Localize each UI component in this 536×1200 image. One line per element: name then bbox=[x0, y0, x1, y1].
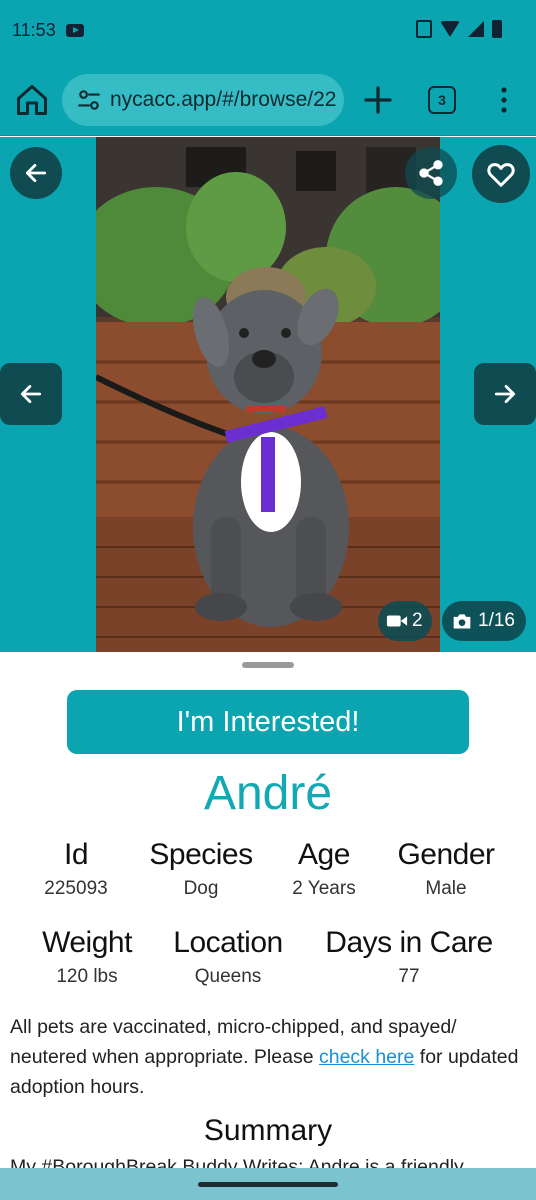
stat-value: Male bbox=[425, 878, 467, 899]
system-icons bbox=[416, 20, 502, 38]
share-icon bbox=[419, 160, 443, 186]
home-button[interactable] bbox=[14, 82, 50, 118]
stat-age: Age 2 Years bbox=[276, 838, 372, 900]
stat-label: Id bbox=[63, 838, 89, 871]
video-camera-icon bbox=[386, 615, 408, 627]
summary-text: My #BoroughBreak Buddy Writes: Andre is … bbox=[10, 1156, 464, 1168]
photo-counter: 1/16 bbox=[478, 610, 515, 631]
browser-menu-button[interactable] bbox=[492, 82, 516, 118]
video-count-badge[interactable]: 2 bbox=[378, 601, 432, 641]
back-button[interactable] bbox=[10, 147, 62, 199]
plus-icon bbox=[364, 86, 392, 114]
sheet-drag-handle[interactable] bbox=[242, 662, 294, 668]
home-gesture-pill[interactable] bbox=[198, 1182, 338, 1187]
pet-name: André bbox=[203, 767, 333, 820]
stat-weight: Weight 120 lbs bbox=[32, 926, 142, 988]
signal-icon bbox=[468, 21, 484, 37]
favorite-button[interactable] bbox=[472, 145, 530, 203]
interested-label: I'm Interested! bbox=[176, 705, 360, 738]
stat-label: Species bbox=[149, 838, 253, 871]
stat-label: Location bbox=[173, 926, 283, 959]
stat-label: Age bbox=[298, 838, 350, 871]
browser-toolbar: nycacc.app/#/browse/22 3 bbox=[0, 64, 536, 136]
stat-value: 77 bbox=[398, 966, 420, 987]
battery-icon bbox=[492, 20, 502, 38]
wifi-icon bbox=[440, 21, 460, 37]
system-nav-bar bbox=[0, 1168, 536, 1200]
stat-value: 2 Years bbox=[292, 878, 356, 899]
vibrate-icon bbox=[416, 20, 432, 38]
tab-count: 3 bbox=[438, 92, 446, 108]
next-photo-button[interactable] bbox=[474, 363, 536, 425]
stat-label: Gender bbox=[397, 838, 495, 871]
stat-id: Id 225093 bbox=[28, 838, 124, 900]
photo-gallery: 2 1/16 bbox=[0, 137, 536, 652]
check-here-link[interactable]: check here bbox=[319, 1046, 414, 1068]
address-bar[interactable]: nycacc.app/#/browse/22 bbox=[62, 74, 344, 126]
summary-heading: Summary bbox=[203, 1114, 333, 1147]
camera-icon bbox=[453, 614, 471, 629]
stat-label: Weight bbox=[42, 926, 132, 959]
site-settings-icon[interactable] bbox=[76, 87, 102, 113]
menu-icon bbox=[501, 87, 507, 113]
back-arrow-icon bbox=[25, 164, 47, 182]
stat-species: Species Dog bbox=[140, 838, 262, 900]
status-bar: 11:53 bbox=[0, 0, 536, 64]
home-icon bbox=[17, 85, 47, 115]
previous-photo-button[interactable] bbox=[0, 363, 62, 425]
stat-value: Dog bbox=[183, 878, 219, 899]
next-arrow-icon bbox=[494, 385, 516, 403]
heart-icon bbox=[487, 163, 515, 187]
stat-days-in-care: Days in Care 77 bbox=[314, 926, 504, 988]
pet-photo[interactable] bbox=[96, 137, 440, 652]
dog-photo-illustration bbox=[96, 137, 440, 652]
stat-value: 120 lbs bbox=[56, 966, 118, 987]
stat-value: Queens bbox=[194, 966, 262, 987]
prev-arrow-icon bbox=[20, 385, 42, 403]
youtube-icon bbox=[66, 24, 84, 37]
photo-counter-badge[interactable]: 1/16 bbox=[442, 601, 526, 641]
pet-details-sheet: I'm Interested! André Id 225093 Species … bbox=[0, 652, 536, 1168]
new-tab-button[interactable] bbox=[360, 82, 396, 118]
video-count: 2 bbox=[412, 610, 423, 631]
url-text[interactable]: nycacc.app/#/browse/22 bbox=[110, 88, 336, 112]
interested-button[interactable]: I'm Interested! bbox=[67, 690, 469, 754]
status-time: 11:53 bbox=[12, 20, 56, 40]
stat-label: Days in Care bbox=[325, 926, 493, 959]
share-button[interactable] bbox=[405, 147, 457, 199]
adoption-note: All pets are vaccinated, micro-chipped, … bbox=[10, 1012, 526, 1102]
stat-gender: Gender Male bbox=[390, 838, 502, 900]
stat-value: 225093 bbox=[44, 878, 108, 899]
tab-switcher-button[interactable]: 3 bbox=[428, 86, 456, 114]
stat-location: Location Queens bbox=[162, 926, 294, 988]
